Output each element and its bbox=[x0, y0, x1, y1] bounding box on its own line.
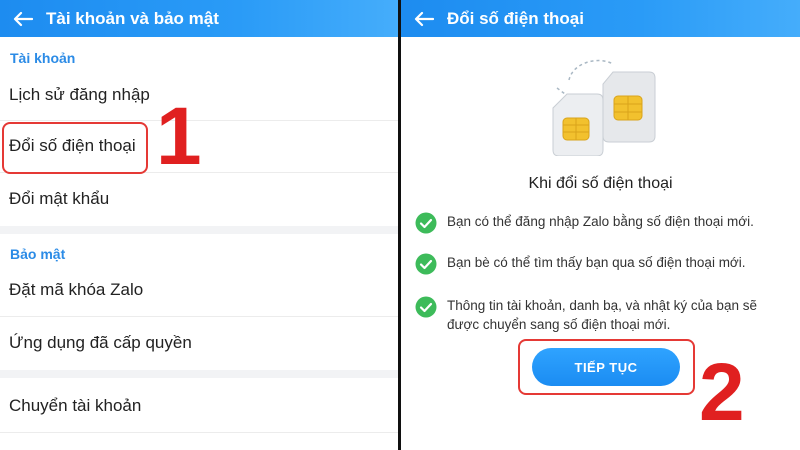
sim-cards-illustration bbox=[552, 59, 656, 156]
account-security-screen: Tài khoản và bảo mật Tài khoản Lịch sử đ… bbox=[0, 0, 398, 450]
check-circle-icon bbox=[415, 253, 437, 275]
benefit-text: Bạn bè có thể tìm thấy bạn qua số điện t… bbox=[447, 255, 746, 270]
benefit-text: Thông tin tài khoản, danh bạ, và nhật ký… bbox=[447, 298, 757, 332]
page-title: Đổi số điện thoại bbox=[447, 8, 584, 28]
benefit-item: Thông tin tài khoản, danh bạ, và nhật ký… bbox=[415, 296, 782, 334]
benefit-item: Bạn bè có thể tìm thấy bạn qua số điện t… bbox=[415, 253, 782, 275]
check-circle-icon bbox=[415, 212, 437, 234]
change-phone-screen: Đổi số điện thoại Khi đổi số điện thoại … bbox=[401, 0, 800, 450]
divider bbox=[0, 316, 398, 317]
check-circle-icon bbox=[415, 296, 437, 318]
menu-item-set-lock-code[interactable]: Đặt mã khóa Zalo bbox=[0, 265, 398, 315]
menu-item-authorized-apps[interactable]: Ứng dụng đã cấp quyền bbox=[0, 318, 398, 368]
highlight-box-change-phone bbox=[2, 122, 148, 174]
section-header-security: Bảo mật bbox=[10, 246, 66, 262]
page-title: Tài khoản và bảo mật bbox=[46, 8, 219, 28]
back-arrow-icon bbox=[13, 11, 33, 26]
change-phone-heading: Khi đổi số điện thoại bbox=[528, 175, 673, 192]
step-number-2: 2 bbox=[699, 347, 745, 438]
benefit-text: Bạn có thể đăng nhập Zalo bằng số điện t… bbox=[447, 214, 754, 229]
continue-button[interactable]: TIẾP TỤC bbox=[532, 348, 680, 386]
back-button[interactable] bbox=[0, 0, 46, 37]
section-divider bbox=[0, 370, 398, 378]
menu-item-switch-account[interactable]: Chuyển tài khoản bbox=[0, 381, 398, 431]
divider bbox=[0, 432, 398, 433]
back-button[interactable] bbox=[401, 0, 447, 37]
back-arrow-icon bbox=[414, 11, 434, 26]
left-header-bar: Tài khoản và bảo mật bbox=[0, 0, 398, 37]
step-number-1: 1 bbox=[156, 91, 202, 182]
section-header-account: Tài khoản bbox=[10, 50, 76, 66]
section-divider bbox=[0, 226, 398, 234]
benefit-item: Bạn có thể đăng nhập Zalo bằng số điện t… bbox=[415, 212, 782, 234]
right-header-bar: Đổi số điện thoại bbox=[401, 0, 800, 37]
